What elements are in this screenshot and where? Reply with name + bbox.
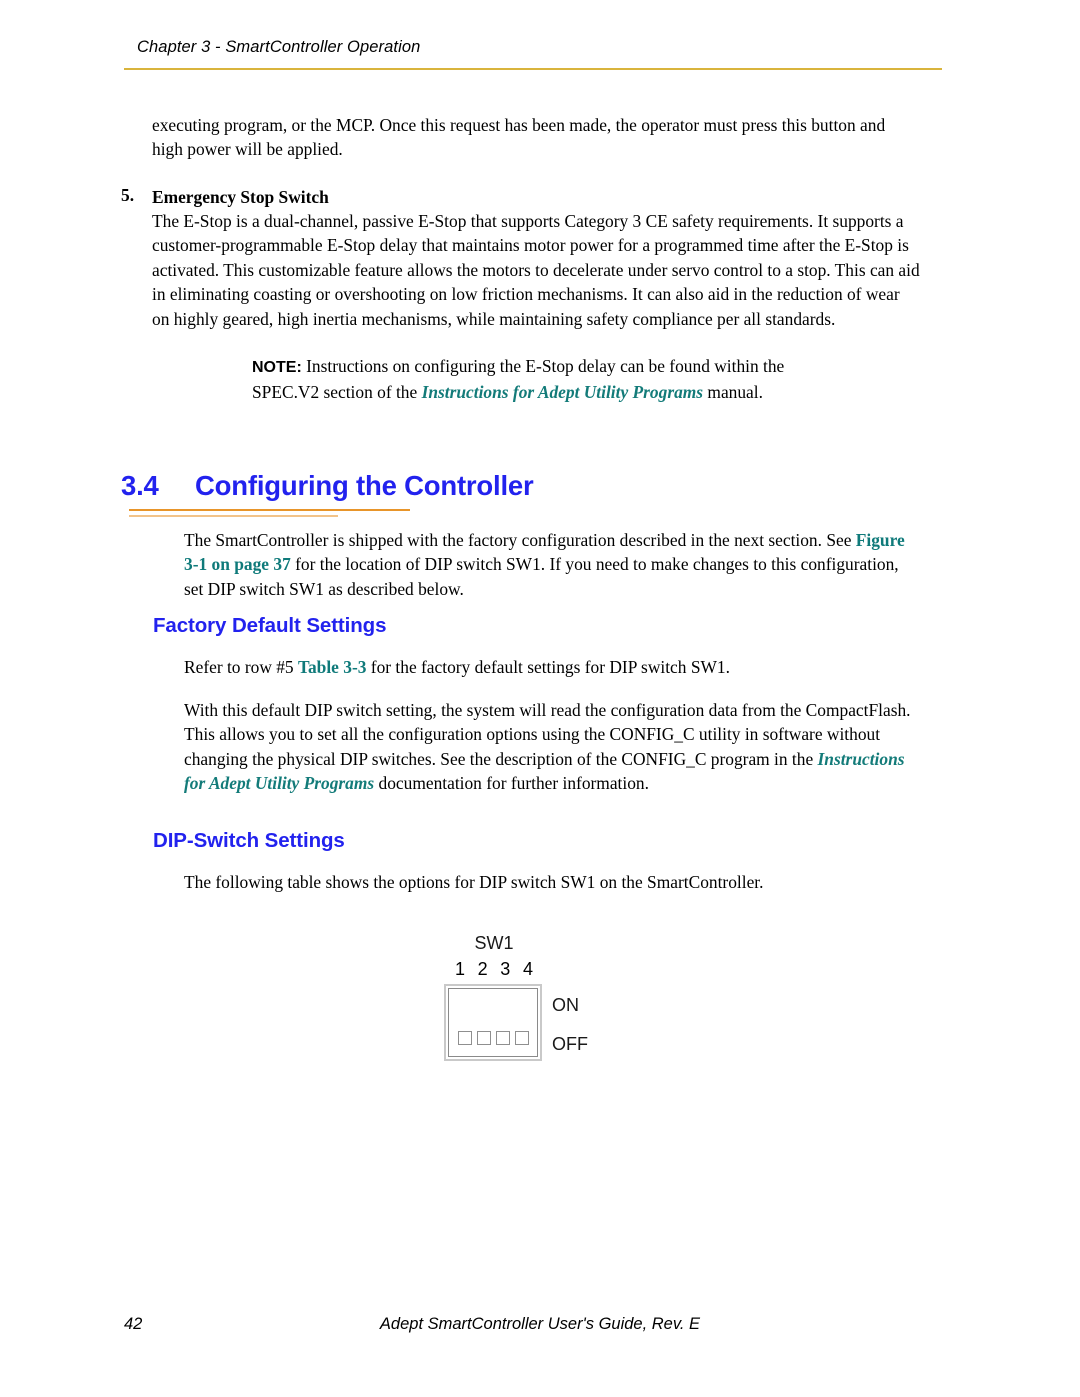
- note-block: NOTE: Instructions on configuring the E-…: [252, 354, 852, 405]
- list-item: 5. Emergency Stop Switch The E-Stop is a…: [121, 185, 921, 331]
- running-header: Chapter 3 - SmartController Operation: [137, 38, 943, 57]
- list-item-content: Emergency Stop Switch The E-Stop is a du…: [152, 185, 921, 331]
- section-heading-text: 3.4 Configuring the Controller: [121, 470, 534, 501]
- section-rule-secondary: [129, 515, 338, 517]
- switch-on-label: ON: [552, 995, 579, 1015]
- section-title: Configuring the Controller: [195, 470, 534, 501]
- switch-number-2: 2: [477, 959, 488, 979]
- list-item-body: The E-Stop is a dual-channel, passive E-…: [152, 211, 920, 329]
- dip-switch-body: [444, 984, 542, 1061]
- footer-document-title: Adept SmartController User's Guide, Rev.…: [379, 1315, 701, 1333]
- chapter-title: Chapter 3 - SmartController Operation: [137, 38, 421, 56]
- section-number: 3.4: [121, 470, 159, 501]
- dip-switch-toggle-1[interactable]: [457, 1031, 472, 1045]
- configuring-text-after: for the location of DIP switch SW1. If y…: [184, 554, 899, 599]
- dip-switch-toggle-2[interactable]: [476, 1031, 491, 1045]
- refer-text-before: Refer to row #5: [184, 657, 298, 677]
- dip-switch-intro-paragraph: The following table shows the options fo…: [184, 872, 764, 892]
- dip-switch-heading: DIP-Switch Settings: [153, 829, 345, 852]
- switch-number-3: 3: [500, 959, 511, 979]
- switch-number-labels: 1 2 3 4: [444, 959, 544, 980]
- switch-number-1: 1: [454, 959, 465, 979]
- dip-switch-toggle-3[interactable]: [495, 1031, 510, 1045]
- factory-default-heading: Factory Default Settings: [153, 614, 387, 637]
- compactflash-paragraph: With this default DIP switch setting, th…: [184, 698, 922, 796]
- dip-switch-toggle-4[interactable]: [514, 1031, 529, 1045]
- note-label: NOTE:: [252, 359, 302, 376]
- flash-text-before: With this default DIP switch setting, th…: [184, 700, 911, 769]
- switch-number-4: 4: [522, 959, 533, 979]
- page-footer: 42 Adept SmartController User's Guide, R…: [0, 1315, 1080, 1345]
- switch-off-label: OFF: [552, 1034, 588, 1054]
- dip-switch-inner-frame: [448, 988, 538, 1057]
- note-text-after: manual.: [703, 382, 763, 403]
- dip-switch-figure: SW1 1 2 3 4 ON OFF: [444, 933, 644, 1078]
- table-reference-link[interactable]: Table 3-3: [298, 657, 366, 677]
- list-item-number: 5.: [121, 185, 135, 205]
- section-heading: 3.4 Configuring the Controller: [121, 470, 941, 517]
- switch-name-label: SW1: [474, 933, 514, 953]
- refer-paragraph: Refer to row #5 Table 3-3 for the factor…: [184, 655, 922, 679]
- header-rule: [124, 68, 942, 70]
- intro-paragraph: executing program, or the MCP. Once this…: [152, 115, 886, 160]
- list-item-title: Emergency Stop Switch: [152, 187, 329, 207]
- section-rule-primary: [129, 509, 410, 511]
- dip-switch-toggles: [449, 1031, 537, 1045]
- configuring-paragraph: The SmartController is shipped with the …: [184, 528, 922, 601]
- flash-text-after: documentation for further information.: [374, 773, 649, 794]
- note-reference-link[interactable]: Instructions for Adept Utility Programs: [422, 382, 704, 402]
- configuring-text-before: The SmartController is shipped with the …: [184, 530, 856, 550]
- refer-text-after: for the factory default settings for DIP…: [366, 657, 730, 677]
- document-page: Chapter 3 - SmartController Operation ex…: [0, 0, 1080, 1397]
